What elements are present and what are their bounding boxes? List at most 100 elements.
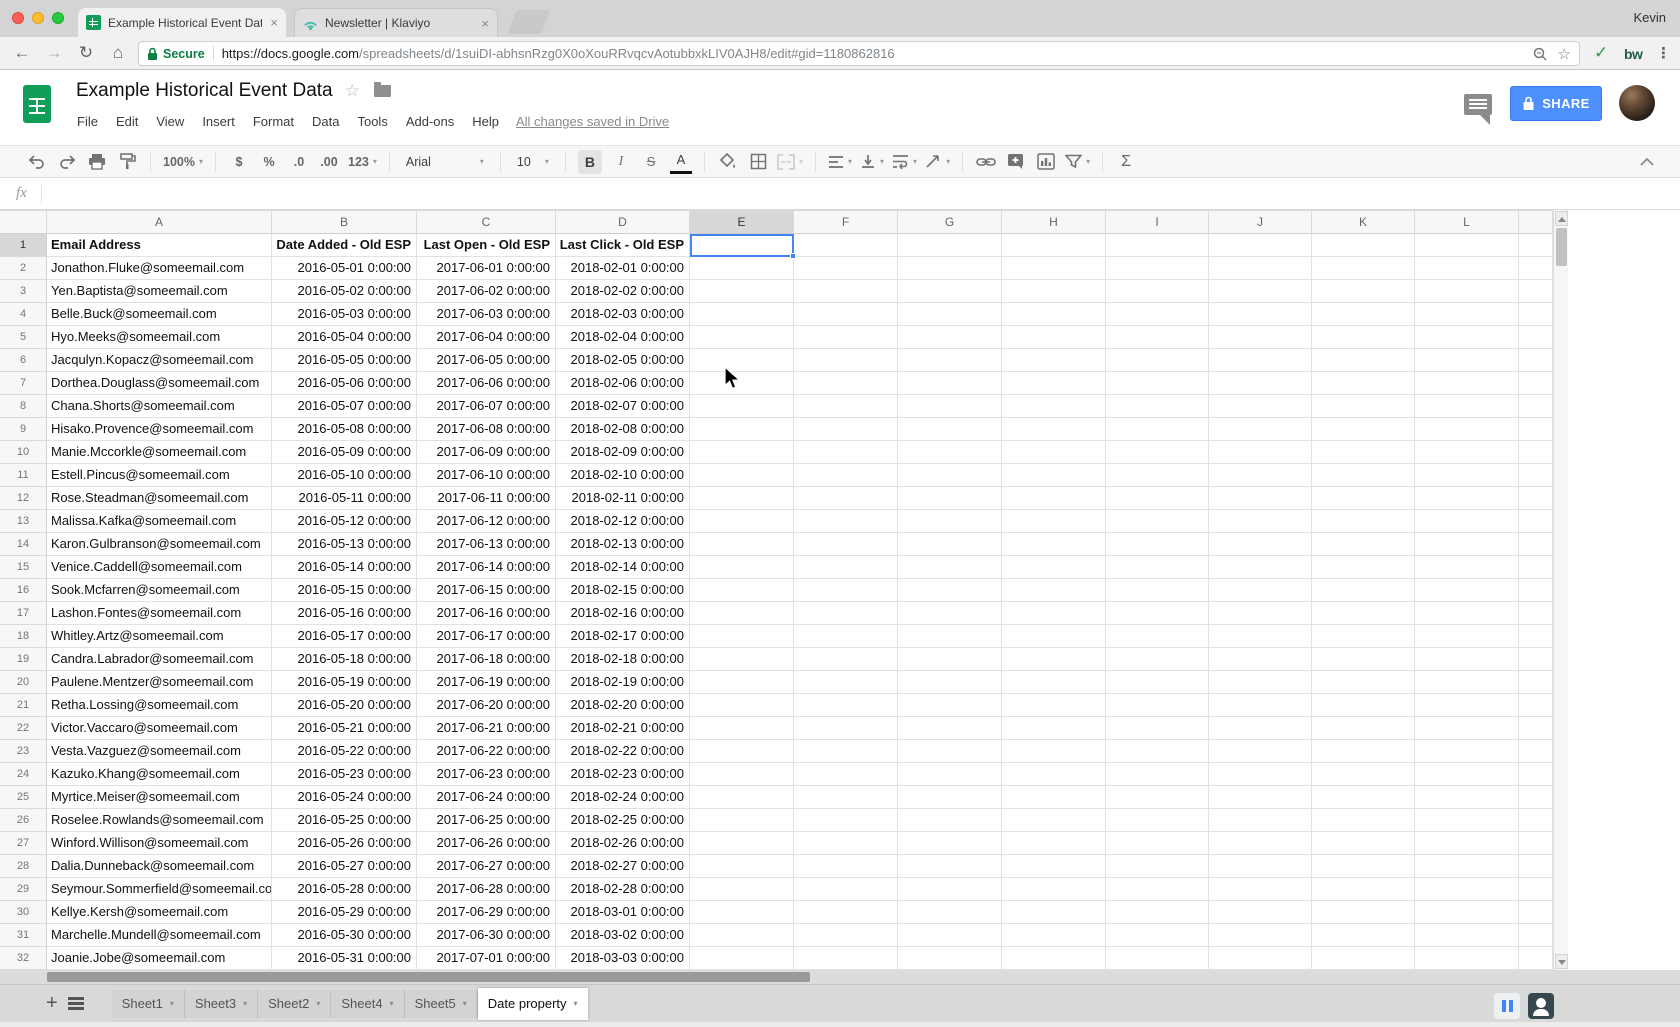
- cell[interactable]: 2016-05-25 0:00:00: [272, 809, 417, 832]
- cell[interactable]: [690, 303, 794, 326]
- row-header-28[interactable]: 28: [0, 855, 47, 878]
- cell[interactable]: 2016-05-30 0:00:00: [272, 924, 417, 947]
- paint-format-button[interactable]: [116, 150, 138, 174]
- cell[interactable]: [1002, 717, 1106, 740]
- vertical-scroll-thumb[interactable]: [1556, 228, 1567, 266]
- cell[interactable]: Hisako.Provence@someemail.com: [47, 418, 272, 441]
- cell[interactable]: [898, 464, 1002, 487]
- row-header-8[interactable]: 8: [0, 395, 47, 418]
- cell[interactable]: Jonathon.Fluke@someemail.com: [47, 257, 272, 280]
- cell[interactable]: [1209, 441, 1312, 464]
- row-header-19[interactable]: 19: [0, 648, 47, 671]
- cell[interactable]: 2017-06-15 0:00:00: [417, 579, 556, 602]
- cell[interactable]: 2018-03-03 0:00:00: [556, 947, 690, 970]
- cell[interactable]: [1002, 280, 1106, 303]
- cell[interactable]: [1002, 832, 1106, 855]
- cell[interactable]: 2017-06-27 0:00:00: [417, 855, 556, 878]
- cell[interactable]: [1519, 418, 1553, 441]
- cell[interactable]: [1519, 671, 1553, 694]
- cell[interactable]: [1312, 602, 1415, 625]
- strikethrough-button[interactable]: S: [640, 150, 662, 174]
- cell[interactable]: [1209, 763, 1312, 786]
- cell[interactable]: [1415, 717, 1519, 740]
- cell[interactable]: [794, 349, 898, 372]
- row-header-22[interactable]: 22: [0, 717, 47, 740]
- cell[interactable]: [1209, 533, 1312, 556]
- sheet-tab-menu-icon[interactable]: ▾: [574, 999, 578, 1008]
- cell[interactable]: 2017-06-21 0:00:00: [417, 717, 556, 740]
- cell[interactable]: [1209, 924, 1312, 947]
- cell[interactable]: [1002, 510, 1106, 533]
- cell[interactable]: 2017-06-20 0:00:00: [417, 694, 556, 717]
- cell[interactable]: [1106, 579, 1209, 602]
- cell[interactable]: [898, 763, 1002, 786]
- extension-check-icon[interactable]: ✓: [1594, 43, 1608, 63]
- cell[interactable]: [1106, 372, 1209, 395]
- cell[interactable]: [898, 694, 1002, 717]
- cell[interactable]: [1106, 901, 1209, 924]
- cell[interactable]: [690, 671, 794, 694]
- cell[interactable]: 2017-06-30 0:00:00: [417, 924, 556, 947]
- row-header-21[interactable]: 21: [0, 694, 47, 717]
- cell[interactable]: [1415, 234, 1519, 257]
- font-select[interactable]: Arial▾: [402, 150, 488, 174]
- row-header-13[interactable]: 13: [0, 510, 47, 533]
- cell[interactable]: 2018-02-01 0:00:00: [556, 257, 690, 280]
- cell[interactable]: 2017-06-11 0:00:00: [417, 487, 556, 510]
- cell[interactable]: 2016-05-29 0:00:00: [272, 901, 417, 924]
- cell[interactable]: 2016-05-02 0:00:00: [272, 280, 417, 303]
- cell[interactable]: [690, 786, 794, 809]
- cell[interactable]: 2017-06-13 0:00:00: [417, 533, 556, 556]
- cell[interactable]: [690, 809, 794, 832]
- row-header-1[interactable]: 1: [0, 234, 47, 257]
- cell[interactable]: 2018-02-06 0:00:00: [556, 372, 690, 395]
- cell[interactable]: [898, 349, 1002, 372]
- cell[interactable]: [1415, 855, 1519, 878]
- cell[interactable]: Roselee.Rowlands@someemail.com: [47, 809, 272, 832]
- cell[interactable]: Dalia.Dunneback@someemail.com: [47, 855, 272, 878]
- cell[interactable]: [794, 855, 898, 878]
- cell[interactable]: [690, 763, 794, 786]
- cell[interactable]: [1415, 257, 1519, 280]
- cell[interactable]: [1415, 349, 1519, 372]
- row-header-5[interactable]: 5: [0, 326, 47, 349]
- cell[interactable]: [1106, 694, 1209, 717]
- cell[interactable]: 2017-06-06 0:00:00: [417, 372, 556, 395]
- zoom-select[interactable]: 100%▾: [163, 150, 203, 174]
- cell[interactable]: [1519, 349, 1553, 372]
- cell[interactable]: 2017-06-01 0:00:00: [417, 257, 556, 280]
- row-header-15[interactable]: 15: [0, 556, 47, 579]
- cell[interactable]: 2016-05-10 0:00:00: [272, 464, 417, 487]
- cell[interactable]: 2017-06-05 0:00:00: [417, 349, 556, 372]
- cell[interactable]: 2016-05-03 0:00:00: [272, 303, 417, 326]
- cell[interactable]: [1415, 809, 1519, 832]
- cell[interactable]: [1002, 533, 1106, 556]
- cell[interactable]: [898, 326, 1002, 349]
- cell[interactable]: [1106, 763, 1209, 786]
- cell[interactable]: 2018-02-28 0:00:00: [556, 878, 690, 901]
- cell[interactable]: [1312, 901, 1415, 924]
- cell[interactable]: [1519, 625, 1553, 648]
- cell[interactable]: [1519, 579, 1553, 602]
- menu-file[interactable]: File: [68, 110, 107, 133]
- row-header-12[interactable]: 12: [0, 487, 47, 510]
- cell[interactable]: [1415, 602, 1519, 625]
- cell[interactable]: [898, 395, 1002, 418]
- cell[interactable]: [690, 487, 794, 510]
- cell[interactable]: [690, 602, 794, 625]
- cell[interactable]: [1415, 878, 1519, 901]
- cell[interactable]: [1209, 349, 1312, 372]
- cell[interactable]: [1106, 832, 1209, 855]
- cell[interactable]: [1106, 671, 1209, 694]
- cell[interactable]: [690, 901, 794, 924]
- cell[interactable]: [1209, 625, 1312, 648]
- cell[interactable]: [690, 533, 794, 556]
- cell[interactable]: [1519, 901, 1553, 924]
- cell[interactable]: [1002, 947, 1106, 970]
- cell[interactable]: [794, 418, 898, 441]
- cell[interactable]: [1209, 809, 1312, 832]
- cell[interactable]: [690, 395, 794, 418]
- recording-pause-button[interactable]: [1494, 993, 1520, 1019]
- cell[interactable]: 2017-06-29 0:00:00: [417, 901, 556, 924]
- cell[interactable]: [1519, 740, 1553, 763]
